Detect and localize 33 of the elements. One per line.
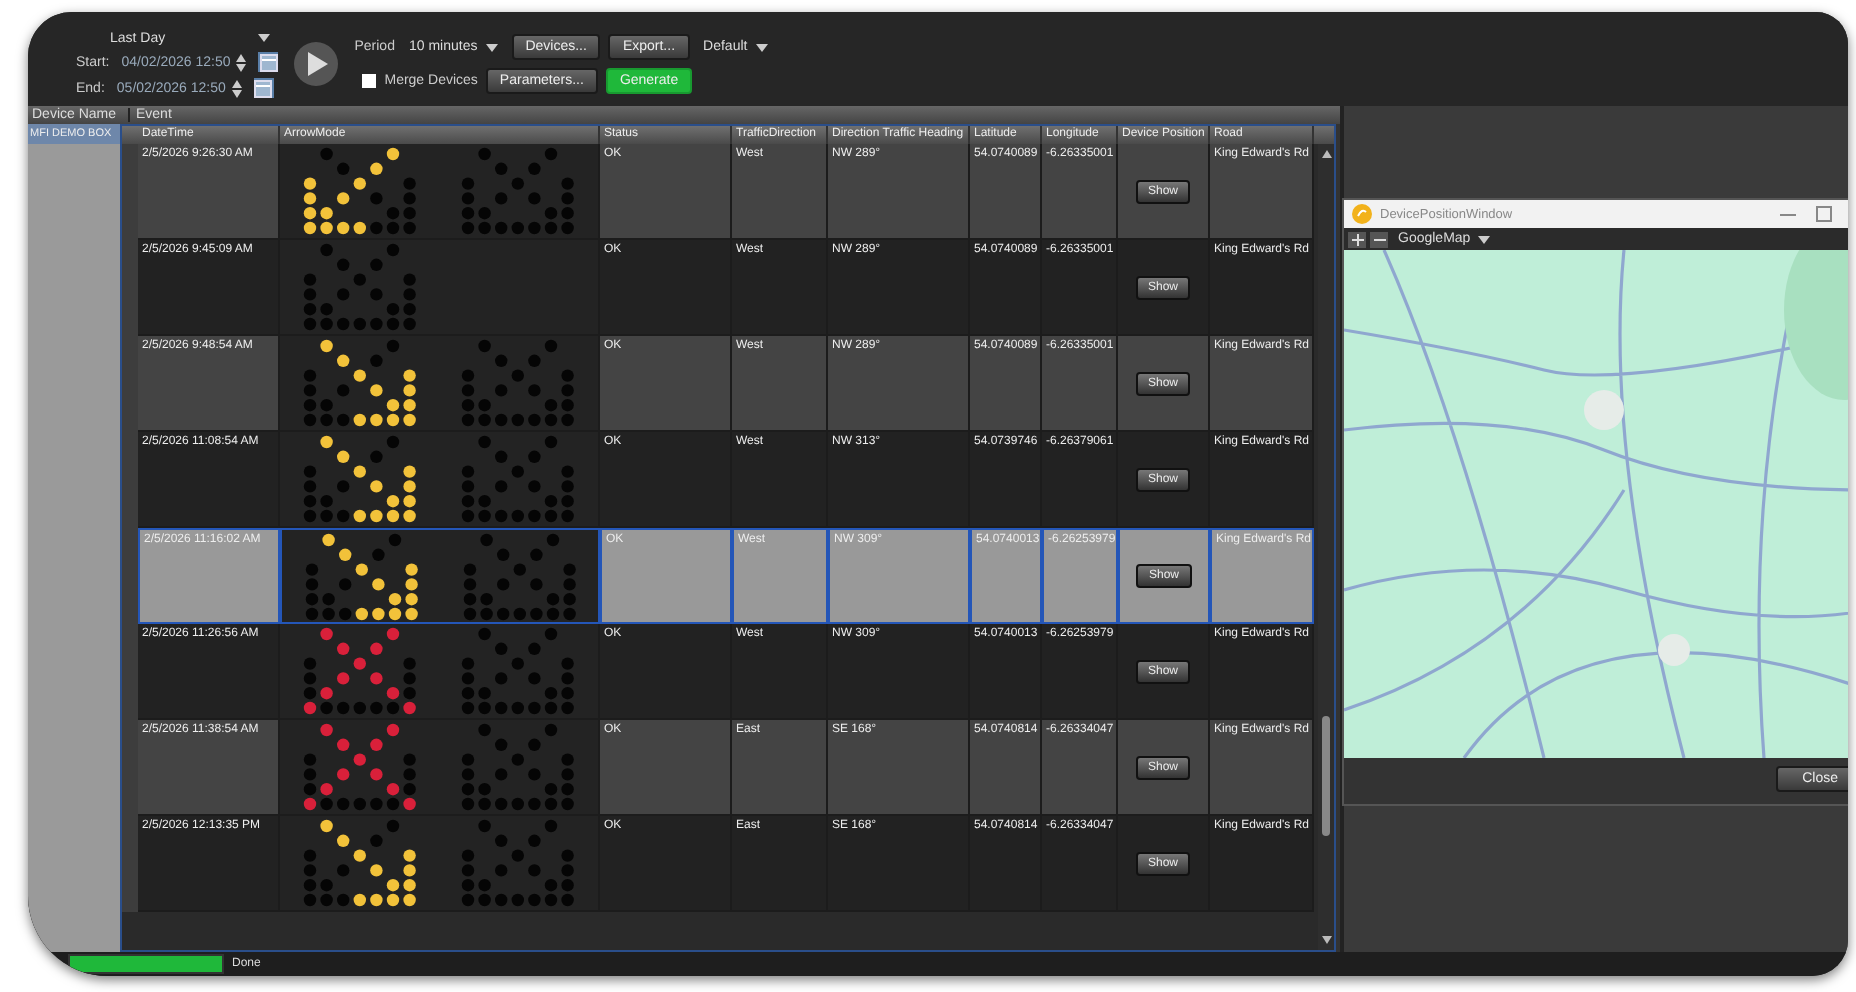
scrollbar[interactable] — [1318, 144, 1334, 950]
caret-icon — [258, 34, 270, 42]
dot-matrix-sign — [460, 146, 577, 236]
dot-matrix-sign — [460, 722, 577, 812]
minus-icon — [1373, 233, 1385, 245]
calendar-button[interactable] — [253, 78, 274, 98]
maximize-icon — [1816, 206, 1832, 222]
dot-matrix-sign — [460, 434, 577, 524]
caret-icon — [755, 43, 768, 51]
calendar-button[interactable] — [258, 52, 279, 72]
app-logo-icon — [1352, 204, 1372, 224]
plus-icon — [1351, 233, 1363, 245]
scroll-down-icon — [1321, 936, 1331, 944]
merge-devices-checkbox[interactable] — [362, 74, 377, 88]
calendar-icon — [259, 53, 278, 71]
caret-icon — [1478, 235, 1491, 243]
dot-matrix-sign — [460, 338, 577, 428]
row-header[interactable] — [122, 816, 138, 912]
dot-matrix-sign — [460, 626, 577, 716]
scroll-thumb[interactable] — [1322, 716, 1330, 836]
dot-matrix-sign — [461, 532, 577, 622]
row-header[interactable] — [122, 144, 138, 240]
dot-matrix-sign — [302, 242, 418, 332]
calendar-icon — [254, 79, 273, 97]
spinner-icon — [231, 79, 242, 97]
spinner-icon — [236, 53, 247, 71]
caret-icon — [485, 43, 498, 51]
play-button[interactable] — [294, 42, 339, 86]
scroll-up-icon — [1321, 150, 1331, 158]
zoom-in-button[interactable] — [1348, 231, 1366, 247]
play-icon — [308, 52, 329, 76]
zoom-out-button[interactable] — [1370, 231, 1388, 247]
dot-matrix-sign — [460, 818, 577, 908]
